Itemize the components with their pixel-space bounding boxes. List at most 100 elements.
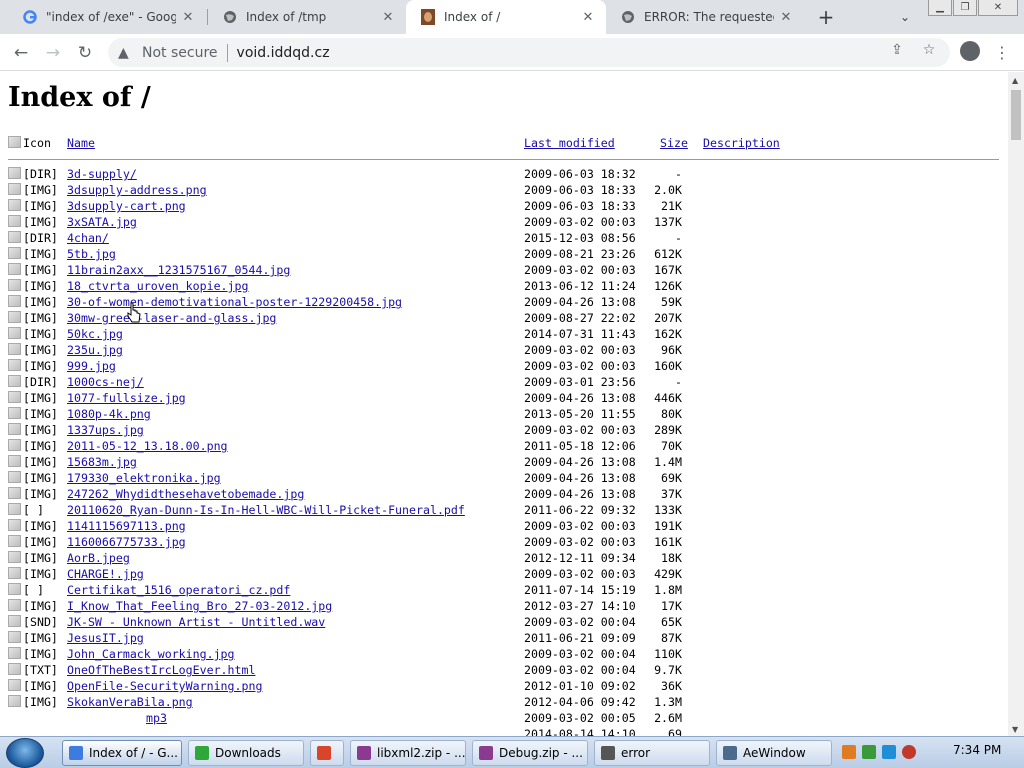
taskbar-clock[interactable]: 7:34 PM (953, 743, 1001, 757)
scroll-up-icon[interactable]: ▲ (1012, 76, 1018, 85)
shield-icon[interactable] (862, 745, 876, 759)
file-link[interactable]: 1160066775733.jpg (67, 535, 186, 549)
last-modified: 2009-03-02 00:03 (524, 519, 636, 533)
taskbar-button[interactable] (310, 740, 344, 766)
mouse-cursor-icon (127, 302, 141, 323)
sort-by-name-link[interactable]: Name (67, 136, 95, 150)
last-modified: 2015-12-03 08:56 (524, 231, 636, 245)
file-link[interactable]: JK-SW - Unknown Artist - Untitled.wav (67, 615, 325, 629)
volume-icon[interactable] (902, 745, 916, 759)
file-link[interactable]: JesusIT.jpg (67, 631, 144, 645)
taskbar-label: Downloads (215, 746, 281, 760)
taskbar-button[interactable]: Debug.zip - ... (472, 740, 588, 766)
security-label[interactable]: Not secure (142, 45, 218, 61)
tab-index-tmp[interactable]: Index of /tmp ✕ (208, 0, 406, 34)
file-link[interactable]: 15683m.jpg (67, 455, 137, 469)
reload-icon[interactable]: ↻ (74, 42, 96, 64)
file-link[interactable]: 1141115697113.png (67, 519, 186, 533)
url-text[interactable]: void.iddqd.cz (237, 45, 330, 61)
file-link[interactable]: 11brain2axx__1231575167_0544.jpg (67, 263, 290, 277)
file-link[interactable]: AorB.jpeg (67, 551, 130, 565)
file-link[interactable]: Certifikat_1516_operatori_cz.pdf (67, 583, 290, 597)
file-link[interactable]: 3xSATA.jpg (67, 215, 137, 229)
sort-by-size-link[interactable]: Size (660, 136, 688, 150)
file-size: 160K (654, 359, 682, 373)
google-icon (22, 9, 38, 25)
file-link[interactable]: 18_ctvrta_uroven_kopie.jpg (67, 279, 248, 293)
tab-index-root[interactable]: Index of / ✕ (406, 0, 606, 34)
taskbar-button[interactable]: error (594, 740, 710, 766)
taskbar-button[interactable]: libxml2.zip - ... (350, 740, 466, 766)
file-link[interactable]: 1077-fullsize.jpg (67, 391, 186, 405)
file-link[interactable]: 3dsupply-cart.png (67, 199, 186, 213)
app-window-icon (723, 746, 737, 760)
close-tab-icon[interactable]: ✕ (580, 9, 596, 25)
listing-row: [DIR] 4chan/2015-12-03 08:56 - (8, 231, 1008, 247)
file-link[interactable]: 2011-05-12_13.18.00.png (67, 439, 228, 453)
file-link[interactable]: 3d-supply/ (67, 167, 137, 181)
file-link[interactable]: 1000cs-nej/ (67, 375, 144, 389)
restore-button[interactable]: ❐ (953, 0, 977, 16)
broken-image-icon (8, 183, 21, 195)
file-link[interactable]: John_Carmack_working.jpg (67, 647, 235, 661)
file-link[interactable]: SkokanVeraBila.png (67, 695, 193, 709)
sort-by-date-link[interactable]: Last modified (524, 136, 615, 150)
taskbar-button[interactable]: Downloads (188, 740, 304, 766)
share-icon[interactable]: ⇪ (888, 41, 906, 59)
sort-by-description-link[interactable]: Description (703, 136, 780, 150)
file-link[interactable]: I_Know_That_Feeling_Bro_27-03-2012.jpg (67, 599, 332, 613)
file-link[interactable]: 20110620_Ryan-Dunn-Is-In-Hell-WBC-Will-P… (67, 503, 465, 517)
forward-arrow-icon[interactable]: → (42, 42, 64, 64)
back-arrow-icon[interactable]: ← (10, 42, 32, 64)
broken-image-icon (8, 167, 21, 179)
last-modified: 2013-06-12 11:24 (524, 279, 636, 293)
last-modified: 2009-03-02 00:03 (524, 535, 636, 549)
file-link[interactable]: CHARGE!.jpg (67, 567, 144, 581)
broken-image-icon (8, 263, 21, 275)
file-link[interactable]: OneOfTheBestIrcLogEver.html (67, 663, 255, 677)
file-link[interactable]: 30mw-green-laser-and-glass.jpg (67, 311, 276, 325)
vertical-scrollbar[interactable]: ▲ ▼ (1008, 72, 1024, 736)
scroll-down-icon[interactable]: ▼ (1012, 725, 1018, 734)
last-modified: 2009-03-02 00:03 (524, 263, 636, 277)
profile-avatar-icon[interactable] (960, 41, 980, 61)
file-link[interactable]: 247262_Whydidthesehavetobemade.jpg (67, 487, 304, 501)
tray-app-icon[interactable] (842, 745, 856, 759)
chevron-down-icon[interactable]: ⌄ (896, 9, 914, 25)
taskbar-button[interactable]: Index of / - G... (62, 740, 182, 766)
close-window-button[interactable]: ✕ (978, 0, 1018, 16)
file-link[interactable]: 50kc.jpg (67, 327, 123, 341)
file-link[interactable]: mp3 (146, 711, 167, 725)
tab-google-search[interactable]: "index of /exe" - Google S ✕ (8, 0, 206, 34)
file-link[interactable]: OpenFile-SecurityWarning.png (67, 679, 262, 693)
warning-icon[interactable]: ▲ (118, 45, 136, 61)
last-modified: 2011-06-22 09:32 (524, 503, 636, 517)
close-tab-icon[interactable]: ✕ (180, 9, 196, 25)
start-button[interactable] (6, 738, 44, 768)
file-link[interactable]: 999.jpg (67, 359, 116, 373)
file-link[interactable]: 179330_elektronika.jpg (67, 471, 221, 485)
close-tab-icon[interactable]: ✕ (778, 9, 794, 25)
address-bar[interactable]: ▲ Not secure void.iddqd.cz (108, 38, 950, 67)
browser-toolbar: ← → ↻ ▲ Not secure void.iddqd.cz ⇪ ☆ (0, 34, 1024, 71)
close-tab-icon[interactable]: ✕ (380, 9, 396, 25)
broken-image-icon (8, 471, 21, 483)
file-size: 70K (661, 439, 682, 453)
file-link[interactable]: 235u.jpg (67, 343, 123, 357)
file-link[interactable]: 30-of-women-demotivational-poster-122920… (67, 295, 402, 309)
file-link[interactable]: 3dsupply-address.png (67, 183, 207, 197)
listing-row: [IMG] 50kc.jpg 2014-07-31 11:43 162K (8, 327, 1008, 343)
tab-error[interactable]: ERROR: The requested UR ✕ (606, 0, 804, 34)
network-icon[interactable] (882, 745, 896, 759)
file-link[interactable]: 4chan/ (67, 231, 109, 245)
minimize-button[interactable]: ▁ (928, 0, 952, 16)
file-type-icon: [IMG] (8, 679, 58, 693)
taskbar-button[interactable]: AeWindow (716, 740, 832, 766)
scrollbar-thumb[interactable] (1011, 90, 1021, 140)
menu-kebab-icon[interactable]: ⋮ (994, 42, 1010, 62)
bookmark-star-icon[interactable]: ☆ (920, 41, 938, 59)
new-tab-button[interactable]: + (815, 5, 837, 29)
file-link[interactable]: 1337ups.jpg (67, 423, 144, 437)
file-link[interactable]: 5tb.jpg (67, 247, 116, 261)
file-link[interactable]: 1080p-4k.png (67, 407, 151, 421)
